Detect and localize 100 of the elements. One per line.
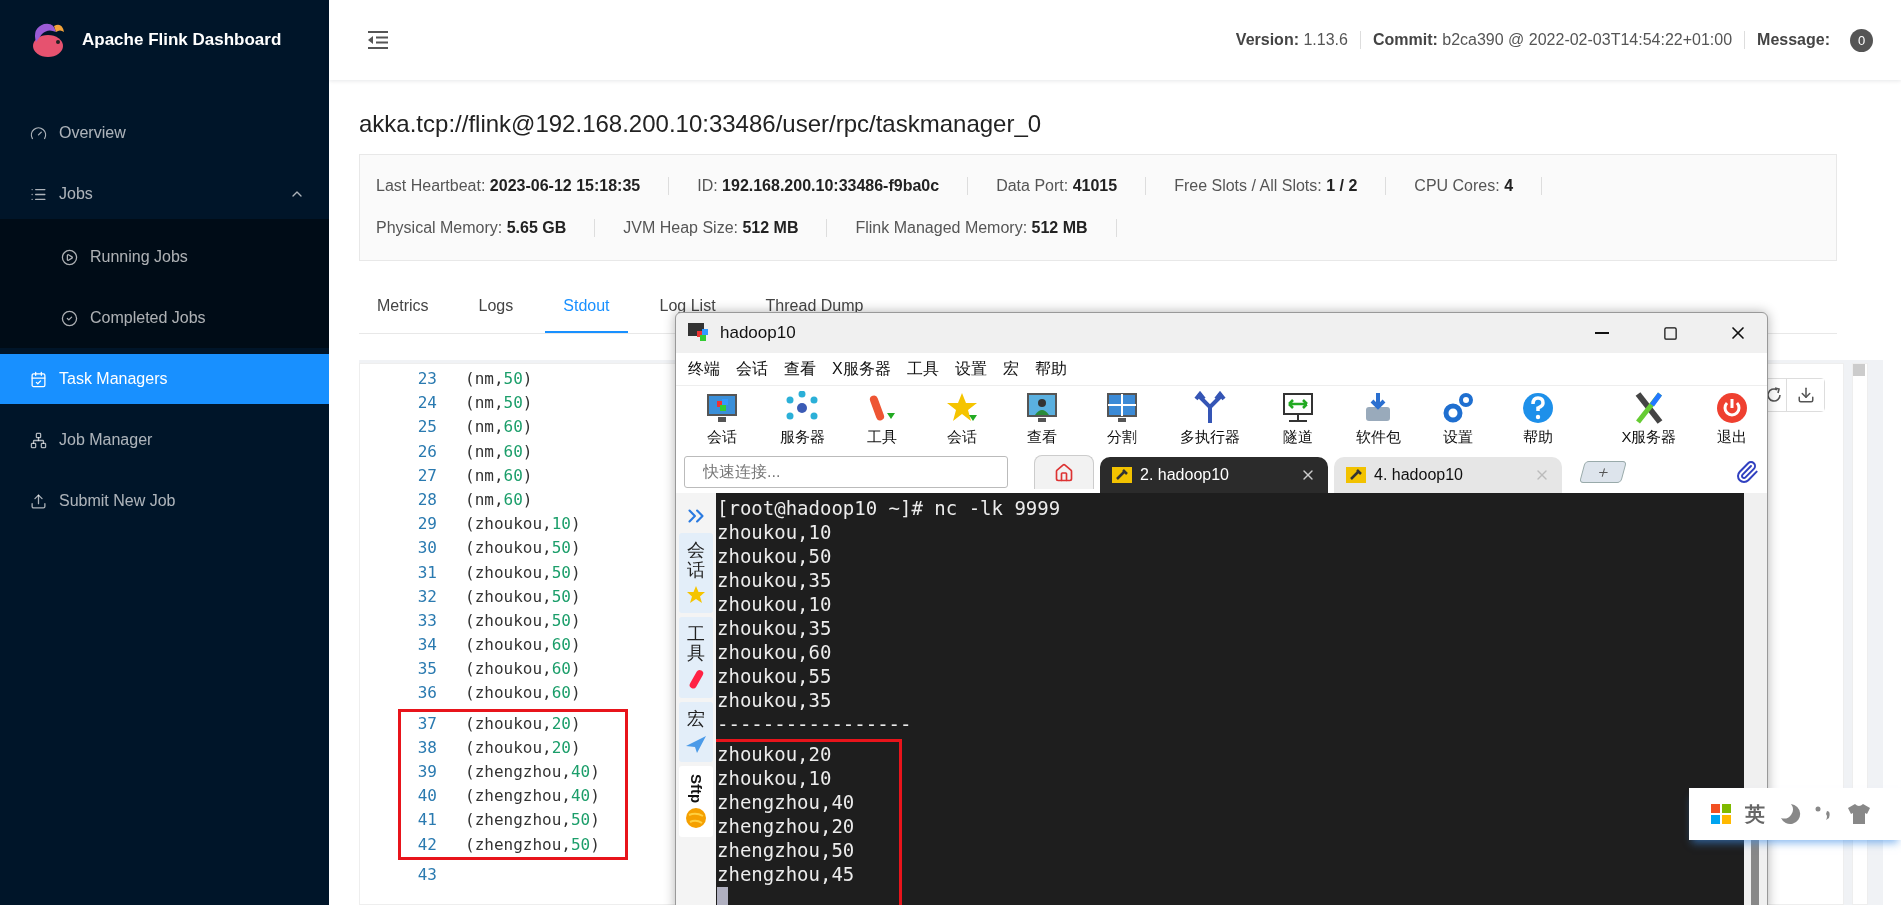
terminal-line: zhengzhou,50 xyxy=(717,838,855,862)
paperclip-icon[interactable] xyxy=(1735,460,1759,484)
line-number: 41 xyxy=(416,809,437,832)
toolbar-button[interactable]: 帮助 xyxy=(1498,390,1578,447)
quick-connect-field[interactable]: 快速连接... xyxy=(684,456,1008,488)
toolbar-button[interactable]: 软件包 xyxy=(1338,390,1418,447)
help-icon xyxy=(1521,390,1555,425)
toolbar-button[interactable]: 查看 xyxy=(1002,390,1082,447)
line-number: 31 xyxy=(416,561,437,584)
line-number: 39 xyxy=(416,761,437,783)
toolbar-button[interactable]: 会话 xyxy=(682,390,762,447)
line-number: 43 xyxy=(416,863,437,886)
paper-plane-icon xyxy=(685,734,707,754)
session-tab[interactable]: 2. hadoop10 xyxy=(1100,457,1328,493)
side-tab[interactable]: 宏 xyxy=(679,702,713,762)
gauge-icon xyxy=(30,124,47,142)
toolbar-button[interactable]: 多执行器 xyxy=(1162,390,1258,447)
menu-item[interactable]: X服务器 xyxy=(824,358,899,380)
home-icon xyxy=(1054,462,1074,483)
session-tab[interactable]: 4. hadoop10 xyxy=(1334,457,1562,493)
star-icon xyxy=(686,584,706,605)
info-item: Last Heartbeat: 2023-06-12 15:18:35 xyxy=(376,177,670,195)
input-mode[interactable]: 英 xyxy=(1745,800,1765,828)
sidebar-item[interactable]: Completed Jobs xyxy=(0,293,329,343)
code-line: (zhoukou,60) xyxy=(465,658,581,681)
punctuation-icon[interactable] xyxy=(1815,805,1833,823)
line-number: 23 xyxy=(416,368,437,390)
code-line: (nm,50) xyxy=(465,392,533,415)
home-tab[interactable] xyxy=(1034,455,1094,489)
toolbar-button[interactable]: 会话 xyxy=(922,390,1002,447)
line-number: 37 xyxy=(416,712,437,735)
terminal-line: zhoukou,20 xyxy=(717,742,832,766)
code-line: (zhengzhou,50) xyxy=(465,809,600,832)
terminal-line: zhengzhou,20 xyxy=(717,814,855,838)
line-number: 27 xyxy=(416,464,437,487)
menu-fold-icon[interactable] xyxy=(367,31,389,49)
line-number: 34 xyxy=(416,634,437,657)
moon-icon[interactable] xyxy=(1779,803,1801,825)
refresh-icon xyxy=(1766,387,1782,403)
code-line: (zhoukou,10) xyxy=(465,513,581,536)
terminal-line: zhoukou,55 xyxy=(717,664,832,688)
terminal-line: zhoukou,10 xyxy=(717,766,832,790)
terminal-line: zhoukou,10 xyxy=(717,520,832,544)
calendar-icon xyxy=(30,370,47,388)
tab[interactable]: Metrics xyxy=(359,285,447,333)
menu-item[interactable]: 查看 xyxy=(776,358,824,380)
code-line: (zhoukou,20) xyxy=(465,712,581,735)
sidebar-item[interactable]: Jobs xyxy=(0,169,329,219)
upload-icon xyxy=(30,492,47,510)
line-number: 38 xyxy=(416,736,437,759)
line-number: 42 xyxy=(416,833,437,856)
tab[interactable]: Logs xyxy=(460,285,532,333)
menu-item[interactable]: 帮助 xyxy=(1026,358,1075,380)
info-item: Physical Memory: 5.65 GB xyxy=(376,219,596,237)
toolbar-button[interactable]: 服务器 xyxy=(762,390,842,447)
line-number: 33 xyxy=(416,609,437,632)
menu-item[interactable]: 会话 xyxy=(728,358,776,380)
sidebar-item[interactable]: Overview xyxy=(0,108,329,158)
new-tab-button[interactable] xyxy=(1579,461,1627,483)
sidebar-item[interactable]: Submit New Job xyxy=(0,476,329,526)
line-number: 25 xyxy=(416,416,437,439)
menu-item[interactable]: 宏 xyxy=(994,358,1027,380)
user-monitor-icon xyxy=(1025,390,1059,425)
menu-item[interactable]: 工具 xyxy=(898,358,947,380)
terminal-line: zhoukou,10 xyxy=(717,592,832,616)
sidebar-item[interactable]: Running Jobs xyxy=(0,232,329,282)
toolbar-button[interactable]: X服务器 xyxy=(1601,390,1697,447)
toolbar-button[interactable]: 分割 xyxy=(1082,390,1162,447)
check-circle-icon xyxy=(61,309,78,327)
code-line: (zhoukou,50) xyxy=(465,609,581,632)
toolbar-button[interactable]: 隧道 xyxy=(1258,390,1338,447)
download-button[interactable] xyxy=(1786,379,1824,411)
windows-logo-icon xyxy=(1711,804,1731,824)
terminal-line: zhoukou,60 xyxy=(717,640,832,664)
line-number: 35 xyxy=(416,658,437,681)
side-tab[interactable]: 工具 xyxy=(679,616,713,699)
info-item: JVM Heap Size: 512 MB xyxy=(595,219,828,237)
code-line: (zhoukou,60) xyxy=(465,634,581,657)
menu-item[interactable]: 终端 xyxy=(680,358,728,380)
split-monitor-icon xyxy=(1105,390,1139,425)
side-tab[interactable]: 会话 xyxy=(679,533,713,613)
terminal-line: zhoukou,35 xyxy=(717,688,832,712)
line-number: 36 xyxy=(416,682,437,705)
info-item: ID: 192.168.200.10:33486-f9ba0c xyxy=(669,177,969,195)
menu-item[interactable]: 设置 xyxy=(946,358,995,380)
info-item: Free Slots / All Slots: 1 / 2 xyxy=(1146,177,1387,195)
code-line: (zhengzhou,40) xyxy=(465,785,600,808)
page-title: akka.tcp://flink@192.168.200.10:33486/user/rpc/taskmanager_0 xyxy=(359,110,1043,138)
minimize-icon xyxy=(1595,332,1609,334)
tunnel-icon xyxy=(1281,390,1315,425)
sidebar-item[interactable]: Job Manager xyxy=(0,415,329,465)
code-line: (nm,60) xyxy=(465,488,533,511)
toolbar-button[interactable]: 工具 xyxy=(842,390,922,447)
toolbar-button[interactable]: 退出 xyxy=(1697,390,1767,447)
line-number: 26 xyxy=(416,440,437,463)
toolbar-button[interactable]: 设置 xyxy=(1418,390,1498,447)
code-line: (nm,50) xyxy=(465,368,533,390)
terminal-line: [root@hadoop10 ~]# nc -lk 9999 xyxy=(717,496,1061,520)
code-line: (zhoukou,50) xyxy=(465,585,581,608)
shirt-icon[interactable] xyxy=(1847,803,1871,825)
